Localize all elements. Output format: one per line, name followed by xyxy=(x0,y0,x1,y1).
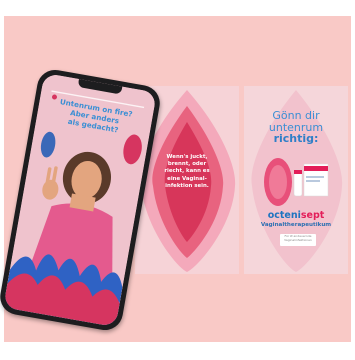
info-badge: Für Ø andauernde Vaginalinfektionen xyxy=(280,234,316,246)
right-story-headline: Gönn dir untenrum richtig: xyxy=(250,110,342,145)
brand-name-part: octeni xyxy=(267,210,301,221)
story-panel-right: Gönn dir untenrum richtig: octenisept Va… xyxy=(244,86,348,274)
ad-canvas: Wenn's juckt, brennt, oder riecht, kann … xyxy=(0,0,355,360)
headline-line: richtig: xyxy=(273,132,319,145)
middle-text-line: Wenn's juckt, xyxy=(166,154,208,160)
middle-text-line: brennt, oder xyxy=(167,161,207,168)
headline-line: Gönn dir xyxy=(272,109,320,122)
middle-text-line: eine Vaginal- xyxy=(167,175,207,182)
middle-text-line: infektion sein. xyxy=(165,182,209,189)
brand-subtitle: Vaginaltherapeutikum xyxy=(260,222,332,228)
brand-logo: octenisept xyxy=(250,210,342,221)
middle-story-text: Wenn's juckt, brennt, oder riecht, kann … xyxy=(153,154,221,190)
badge-line: Vaginalinfektionen xyxy=(284,237,312,242)
brand-name-part: sept xyxy=(300,210,325,221)
middle-text-line: riecht, kann es xyxy=(164,168,210,175)
